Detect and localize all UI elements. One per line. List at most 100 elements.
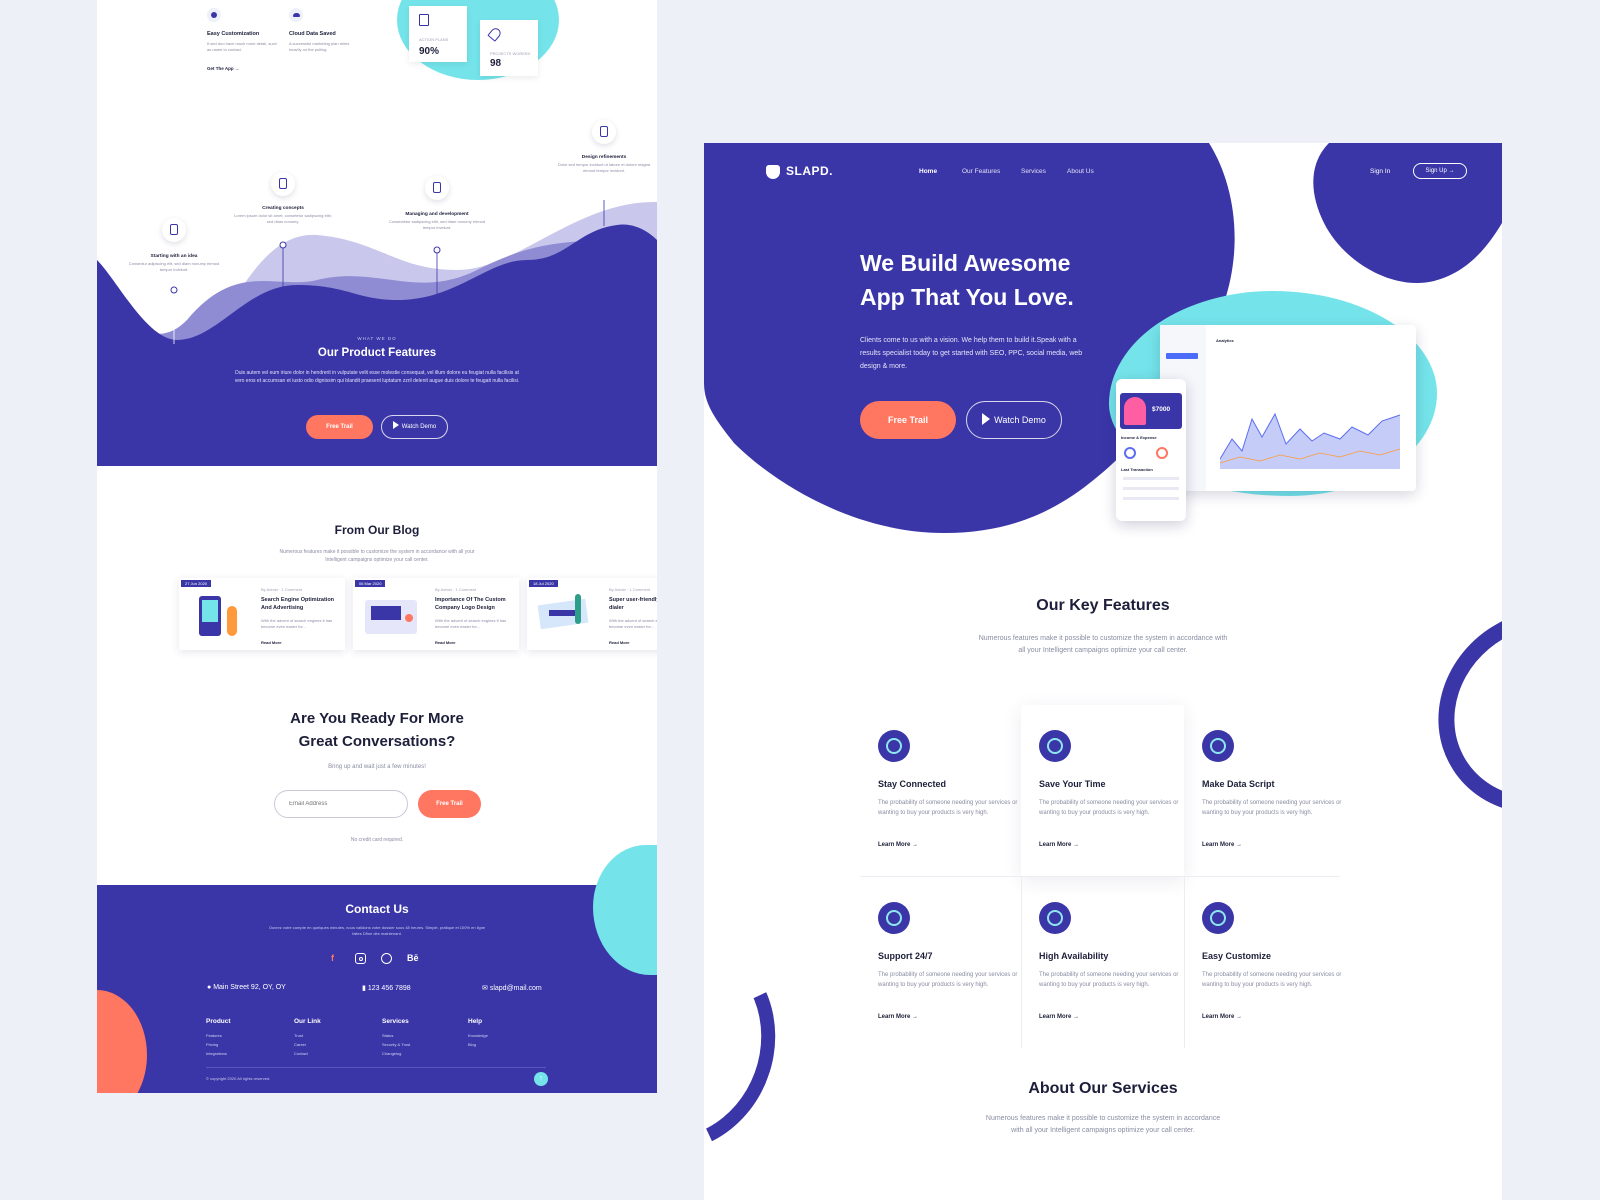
milestone-title: Design refinements — [581, 155, 627, 160]
feature-desc: The probability of someone needing your … — [1202, 800, 1342, 816]
footer-link[interactable]: Changelog — [382, 1049, 410, 1058]
blog-post-title[interactable]: Search Engine Optimization And Advertisi… — [261, 596, 343, 612]
stat-card: ACTION PLANS 90% — [409, 6, 467, 62]
data-script-icon — [1202, 730, 1234, 762]
key-features-desc-line: all your Intelligent campaigns optimize … — [1018, 647, 1188, 654]
blog-date-badge: 27 Jun 2020 — [181, 580, 212, 587]
availability-icon — [1039, 902, 1071, 934]
cta-note: No credit card required. — [350, 837, 404, 843]
learn-more-link[interactable]: Learn More → — [1202, 842, 1242, 848]
hero-watch-demo-button[interactable]: Watch Demo — [966, 401, 1062, 439]
blog-post-title[interactable]: Super user-friendly really good dialer — [609, 596, 657, 612]
feature-desc: A successful marketing plan relies heavi… — [289, 41, 350, 52]
cloud-icon — [289, 8, 303, 22]
dribbble-icon[interactable] — [381, 953, 392, 964]
watch-demo-button[interactable]: Watch Demo — [381, 415, 448, 439]
footer-link[interactable]: Contact — [294, 1049, 321, 1058]
feature-title: Cloud Data Saved — [289, 31, 336, 37]
blog-meta: By Admin · 1 Comment — [609, 587, 651, 592]
blog-card[interactable]: 06 Mar 2020 By Admin · 1 Comment Importa… — [353, 578, 519, 650]
stat-value: 98 — [490, 58, 502, 69]
scroll-top-button[interactable]: ↑ — [534, 1072, 548, 1086]
feature-title: Save Your Time — [1039, 779, 1106, 789]
sign-up-label: Sign Up — [1425, 168, 1447, 174]
get-app-link[interactable]: Get The App → — [207, 66, 239, 71]
learn-more-link[interactable]: Learn More → — [1039, 842, 1079, 848]
product-desc: Duis autem vel eum iriure dolor in hendr… — [234, 370, 520, 384]
phone-icon: ▮ — [362, 985, 366, 992]
instagram-icon[interactable] — [355, 953, 366, 964]
contact-email[interactable]: ✉ slapd@mail.com — [482, 984, 542, 992]
nav-about-us[interactable]: About Us — [1067, 168, 1094, 175]
phone-text: 123 456 7898 — [367, 985, 411, 992]
footer-link[interactable]: Status — [382, 1031, 410, 1040]
blog-illustration — [187, 588, 247, 644]
read-more-link[interactable]: Read More — [261, 640, 281, 645]
key-features-desc-line: Numerous features make it possible to cu… — [978, 635, 1228, 642]
blog-post-title[interactable]: Importance Of The Custom Company Logo De… — [435, 596, 517, 612]
milestone: Creating concepts Lorem ipsum dolor sit … — [233, 206, 333, 225]
footer-link[interactable]: Knowledge — [468, 1031, 488, 1040]
read-more-link[interactable]: Read More — [609, 640, 629, 645]
blog-date-badge: 18 Jul 2020 — [529, 580, 558, 587]
milestone-desc: Dolor sed tempor invidunt ut labore et d… — [557, 162, 651, 173]
feature-card: Easy Customize The probability of someon… — [1184, 877, 1347, 1049]
document-icon — [271, 172, 295, 196]
footer-link[interactable]: Security & Trust — [382, 1040, 410, 1049]
mockup-active-menu — [1166, 353, 1198, 359]
footer-column: Help Knowledge Blog — [468, 1018, 488, 1049]
blog-card[interactable]: 27 Jun 2020 By Admin · 1 Comment Search … — [179, 578, 345, 650]
blog-card[interactable]: 18 Jul 2020 By Admin · 1 Comment Super u… — [527, 578, 657, 650]
checklist-icon — [419, 14, 429, 26]
feature-card: High Availability The probability of som… — [1021, 877, 1184, 1049]
key-features-title: Our Key Features — [1036, 597, 1170, 614]
hero-title-line: App That You Love. — [860, 284, 1074, 310]
read-more-link[interactable]: Read More — [435, 640, 455, 645]
feature-desc: The probability of someone needing your … — [878, 972, 1018, 988]
milestone-title: Managing and development — [405, 212, 469, 217]
email-input[interactable] — [274, 790, 408, 818]
hero-free-trail-button[interactable]: Free Trail — [860, 401, 956, 439]
footer-link[interactable]: Trust — [294, 1031, 321, 1040]
nav-home[interactable]: Home — [919, 168, 937, 175]
footer-heading: Services — [382, 1018, 409, 1025]
footer-column: Services Status Security & Trust Changel… — [382, 1018, 410, 1058]
learn-more-link[interactable]: Learn More → — [878, 1014, 918, 1020]
footer-link[interactable]: Features — [206, 1031, 231, 1040]
blog-illustration — [361, 588, 421, 644]
footer-link[interactable]: Blog — [468, 1040, 488, 1049]
free-trail-button[interactable]: Free Trail — [306, 415, 373, 439]
learn-more-label: Learn More — [1039, 842, 1072, 848]
cta-free-trail-button[interactable]: Free Trail — [418, 790, 481, 818]
behance-icon[interactable]: Bē — [407, 953, 419, 963]
learn-more-link[interactable]: Learn More → — [1202, 1014, 1242, 1020]
facebook-icon[interactable]: f — [331, 953, 334, 963]
footer-link[interactable]: Integrations — [206, 1049, 231, 1058]
footer-heading: Our Link — [294, 1018, 321, 1025]
footer-link[interactable]: Career — [294, 1040, 321, 1049]
footer-column: Our Link Trust Career Contact — [294, 1018, 321, 1058]
nav-services[interactable]: Services — [1021, 168, 1046, 175]
nav-our-features[interactable]: Our Features — [962, 168, 1000, 175]
footer-column: Product Features Pricing Integrations — [206, 1018, 231, 1058]
learn-more-link[interactable]: Learn More → — [1039, 1014, 1079, 1020]
learn-more-link[interactable]: Learn More → — [878, 842, 918, 848]
play-icon — [392, 421, 399, 429]
connected-icon — [878, 730, 910, 762]
brand-logo[interactable]: SLAPD. — [786, 164, 833, 178]
sign-up-button[interactable]: Sign Up → — [1413, 163, 1467, 179]
rocket-icon — [487, 26, 503, 42]
blog-post-desc: With the advent of search engines it has… — [261, 618, 333, 629]
feature-desc: The probability of someone needing your … — [878, 800, 1018, 816]
mockup-title: Analytics — [1216, 338, 1234, 343]
product-title: Our Product Features — [317, 347, 437, 359]
sign-in-link[interactable]: Sign In — [1370, 168, 1390, 175]
feature-card: Support 24/7 The probability of someone … — [860, 877, 1023, 1049]
stat-value: 90% — [419, 46, 440, 57]
blog-post-desc: With the advent of search engines it has… — [435, 618, 507, 629]
mockup-area-chart — [1220, 412, 1400, 469]
footer-heading: Help — [468, 1018, 483, 1025]
mockup-income-label: Income & Expense — [1121, 435, 1157, 440]
customize-icon — [1202, 902, 1234, 934]
footer-link[interactable]: Pricing — [206, 1040, 231, 1049]
